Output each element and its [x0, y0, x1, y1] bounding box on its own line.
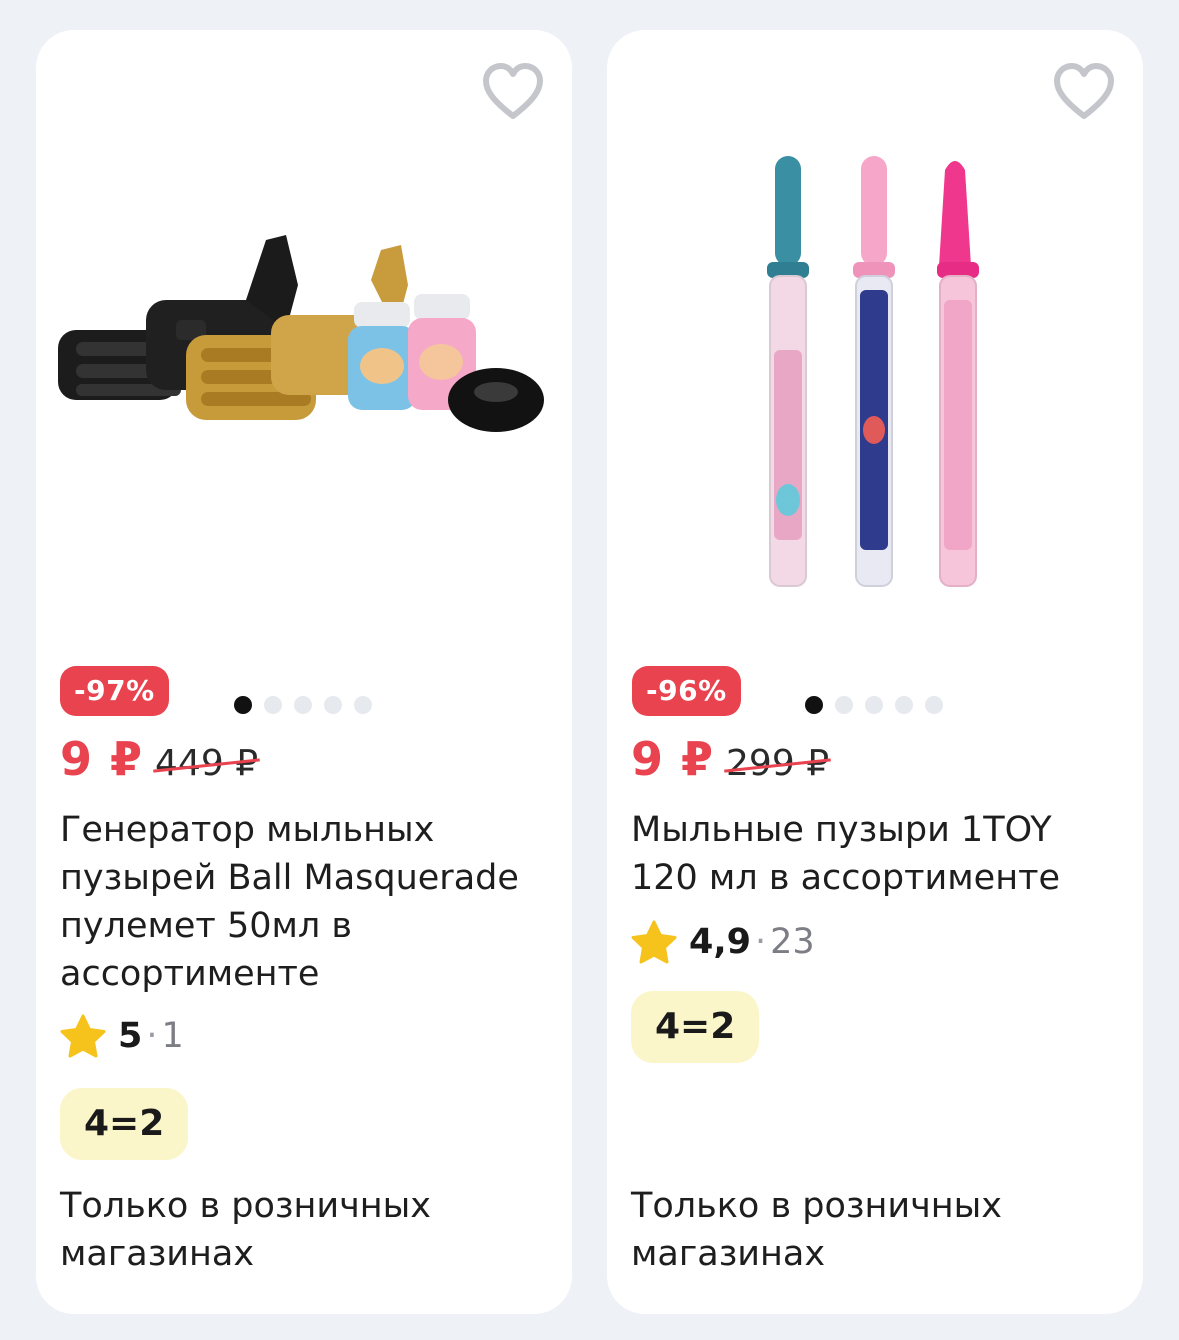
- rating: 4,9 · 23: [631, 920, 815, 964]
- carousel-dot[interactable]: [805, 696, 823, 714]
- rating-separator: ·: [146, 1016, 158, 1056]
- product-image[interactable]: [36, 30, 572, 670]
- heart-outline-icon[interactable]: [480, 60, 546, 126]
- rating-value: 5: [118, 1016, 143, 1056]
- carousel-dot[interactable]: [895, 696, 913, 714]
- carousel-dot[interactable]: [925, 696, 943, 714]
- reviews-count: 23: [770, 922, 815, 962]
- availability-note: Только в розничных магазинах: [631, 1186, 1003, 1274]
- current-price: 9 ₽: [60, 732, 144, 786]
- rating-value: 4,9: [689, 922, 752, 962]
- product-title[interactable]: Генератор мыльных пузырей Ball Masquerad…: [60, 806, 550, 998]
- product-image[interactable]: [607, 30, 1143, 670]
- carousel-dot[interactable]: [234, 696, 252, 714]
- carousel-dot[interactable]: [354, 696, 372, 714]
- availability-note: Только в розничных магазинах: [60, 1186, 432, 1274]
- discount-badge: -96%: [632, 666, 741, 716]
- image-carousel-dots[interactable]: [805, 696, 943, 714]
- promo-badge: 4=2: [60, 1088, 189, 1160]
- carousel-dot[interactable]: [865, 696, 883, 714]
- product-card[interactable]: -97% 9 ₽ 449 ₽ Генератор мыльных пузырей…: [36, 30, 572, 1314]
- current-price: 9 ₽: [631, 732, 715, 786]
- promo-badge: 4=2: [631, 991, 760, 1063]
- carousel-dot[interactable]: [264, 696, 282, 714]
- old-price: 449 ₽: [155, 743, 259, 784]
- carousel-dot[interactable]: [324, 696, 342, 714]
- price-row: 9 ₽ 449 ₽: [60, 732, 258, 786]
- star-icon: [60, 1014, 106, 1058]
- price-row: 9 ₽ 299 ₽: [631, 732, 829, 786]
- carousel-dot[interactable]: [835, 696, 853, 714]
- rating-separator: ·: [755, 922, 767, 962]
- star-icon: [631, 920, 677, 964]
- reviews-count: 1: [161, 1016, 184, 1056]
- image-carousel-dots[interactable]: [234, 696, 372, 714]
- rating: 5 · 1: [60, 1014, 184, 1058]
- carousel-dot[interactable]: [294, 696, 312, 714]
- product-card[interactable]: -96% 9 ₽ 299 ₽ Мыльные пузыри 1TOY 120 м…: [607, 30, 1143, 1314]
- product-title[interactable]: Мыльные пузыри 1TOY 120 мл в ассортимент…: [631, 806, 1121, 902]
- old-price: 299 ₽: [726, 743, 830, 784]
- discount-badge: -97%: [60, 666, 169, 716]
- heart-outline-icon[interactable]: [1051, 60, 1117, 126]
